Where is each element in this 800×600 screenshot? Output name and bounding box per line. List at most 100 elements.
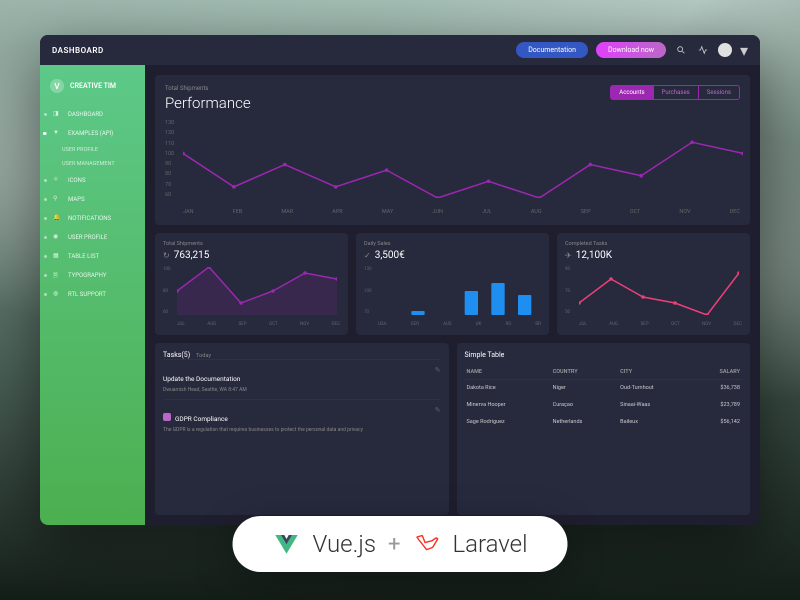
sidebar-item-examples-api-[interactable]: ▼ EXAMPLES (API)	[40, 124, 145, 143]
mini-chart: 907050 JULAUGSEPOCTNOVDEC	[565, 267, 742, 327]
table-cell: Oud-Turnhout	[618, 380, 693, 397]
mini-value: 763,215	[174, 250, 210, 261]
table-header: SALARY	[693, 365, 742, 380]
page-title: DASHBOARD	[52, 46, 104, 55]
mini-card-0: Total Shipments ↻ 763,215 1008060 JULAUGS…	[155, 233, 348, 335]
tech-laravel-label: Laravel	[452, 530, 527, 558]
sidebar-item-label: TABLE LIST	[68, 253, 99, 260]
table-icon: ▦	[53, 252, 62, 261]
vuejs-icon	[273, 530, 301, 558]
sidebar: V CREATIVE TIM ◨ DASHBOARD ▼ EXAMPLES (API)…	[40, 65, 145, 525]
dashboard-window: DASHBOARD Documentation Download now ▾ V…	[40, 35, 760, 525]
task-item: Update the Documentation Dwuamish Head, S…	[163, 359, 441, 399]
sidebar-item-icons[interactable]: ⚛ ICONS	[40, 171, 145, 190]
tab-purchases[interactable]: Purchases	[654, 85, 699, 100]
layers-icon: ▼	[53, 129, 62, 138]
main-content: Total Shipments Performance Accounts Pur…	[145, 65, 760, 525]
sidebar-item-user-profile[interactable]: ◉ USER PROFILE	[40, 228, 145, 247]
logo-icon: V	[50, 79, 64, 93]
sidebar-brand-label: CREATIVE TIM	[70, 82, 116, 90]
tab-accounts[interactable]: Accounts	[610, 85, 653, 100]
chevron-down-icon[interactable]: ▾	[740, 43, 748, 57]
mini-subtitle: Completed Tasks	[565, 241, 742, 247]
table-row: Minerva HooperCuraçaoSinaai-Waas$23,789	[465, 397, 743, 414]
pin-icon: ⚲	[53, 195, 62, 204]
sidebar-brand[interactable]: V CREATIVE TIM	[40, 75, 145, 103]
table-title: Simple Table	[465, 351, 743, 359]
table-cell: Niger	[551, 380, 619, 397]
sidebar-item-dashboard[interactable]: ◨ DASHBOARD	[40, 105, 145, 124]
chart-tabs: Accounts Purchases Sessions	[610, 85, 740, 100]
documentation-button[interactable]: Documentation	[516, 42, 588, 58]
sidebar-item-notifications[interactable]: 🔔NOTIFICATIONS	[40, 209, 145, 228]
mini-value: 12,100K	[576, 250, 612, 261]
edit-icon[interactable]: ✎	[435, 366, 441, 374]
table-cell: Sinaai-Waas	[618, 397, 693, 414]
table-cell: Netherlands	[551, 414, 619, 431]
user-icon: ◉	[53, 233, 62, 242]
table-cell: Dakota Rice	[465, 380, 551, 397]
sidebar-item-rtl-support[interactable]: ◍ RTL SUPPORT	[40, 285, 145, 304]
table-row: Sage RodriguezNetherlandsBaileux$56,142	[465, 414, 743, 431]
mini-icon: ↻	[163, 251, 170, 260]
search-icon[interactable]	[674, 43, 688, 57]
text-icon: 🗏	[53, 271, 62, 280]
simple-table-card: Simple Table NAMECOUNTRYCITYSALARY Dakot…	[457, 343, 751, 515]
table-row: Dakota RiceNigerOud-Turnhout$36,738	[465, 380, 743, 397]
task-name: Update the Documentation	[163, 375, 240, 383]
mini-value: 3,500€	[375, 250, 405, 261]
table-cell: $56,142	[693, 414, 742, 431]
mini-subtitle: Total Shipments	[163, 241, 340, 247]
tasks-title: Tasks(5)	[163, 351, 190, 359]
sidebar-item-label: RTL SUPPORT	[68, 291, 106, 298]
mini-subtitle: Daily Sales	[364, 241, 541, 247]
table-cell: Sage Rodriguez	[465, 414, 551, 431]
task-item: GDPR Compliance The GDPR is a regulation …	[163, 399, 441, 439]
table-cell: Minerva Hooper	[465, 397, 551, 414]
task-name: GDPR Compliance	[175, 415, 228, 423]
table-header: NAME	[465, 365, 551, 380]
mini-chart: 1008060 JULAUGSEPOCTNOVDEC	[163, 267, 340, 327]
download-button[interactable]: Download now	[596, 42, 666, 58]
edit-icon[interactable]: ✎	[435, 406, 441, 414]
table-cell: Curaçao	[551, 397, 619, 414]
table-header: CITY	[618, 365, 693, 380]
mini-chart: 13010070 USAGERAUSUKROBR	[364, 267, 541, 327]
checkbox-icon[interactable]	[163, 413, 171, 421]
mini-card-1: Daily Sales ✓ 3,500€ 13010070 USAGERAUSUK…	[356, 233, 549, 335]
chart-icon: ◨	[53, 110, 62, 119]
sidebar-item-label: DASHBOARD	[68, 111, 103, 118]
atom-icon: ⚛	[53, 176, 62, 185]
topbar: DASHBOARD Documentation Download now ▾	[40, 35, 760, 65]
mini-icon: ✓	[364, 251, 371, 260]
table-cell: Baileux	[618, 414, 693, 431]
sidebar-item-label: MAPS	[68, 196, 85, 203]
task-meta: Dwuamish Head, Seattle, WA 8:47 AM	[163, 387, 441, 393]
tab-sessions[interactable]: Sessions	[699, 85, 740, 100]
tech-stack-pill: Vue.js + Laravel	[233, 516, 568, 572]
activity-icon[interactable]	[696, 43, 710, 57]
sidebar-item-label: ICONS	[68, 177, 86, 184]
plus-separator: +	[388, 532, 400, 557]
sidebar-item-label: TYPOGRAPHY	[68, 272, 106, 279]
avatar[interactable]	[718, 43, 732, 57]
sidebar-item-label: EXAMPLES (API)	[68, 130, 113, 137]
tasks-card: Tasks(5) Today Update the DocumentationD…	[155, 343, 449, 515]
performance-chart: 13012011010090807060 JANFEBMARAPRMAYJUNJ…	[165, 120, 740, 215]
sidebar-item-typography[interactable]: 🗏 TYPOGRAPHY	[40, 266, 145, 285]
mini-card-2: Completed Tasks ✈ 12,100K 907050 JULAUGSE…	[557, 233, 750, 335]
sidebar-subitem[interactable]: USER PROFILE	[40, 143, 145, 157]
sidebar-item-label: NOTIFICATIONS	[68, 215, 111, 222]
data-table: NAMECOUNTRYCITYSALARY Dakota RiceNigerOu…	[465, 365, 743, 431]
sidebar-item-label: USER PROFILE	[68, 234, 107, 241]
performance-card: Total Shipments Performance Accounts Pur…	[155, 75, 750, 225]
globe-icon: ◍	[53, 290, 62, 299]
sidebar-item-maps[interactable]: ⚲ MAPS	[40, 190, 145, 209]
task-meta: The GDPR is a regulation that requires b…	[163, 427, 441, 433]
mini-icon: ✈	[565, 251, 572, 260]
tech-vue-label: Vue.js	[313, 530, 376, 558]
laravel-icon	[412, 530, 440, 558]
table-header: COUNTRY	[551, 365, 619, 380]
sidebar-subitem[interactable]: USER MANAGEMENT	[40, 157, 145, 171]
sidebar-item-table-list[interactable]: ▦ TABLE LIST	[40, 247, 145, 266]
